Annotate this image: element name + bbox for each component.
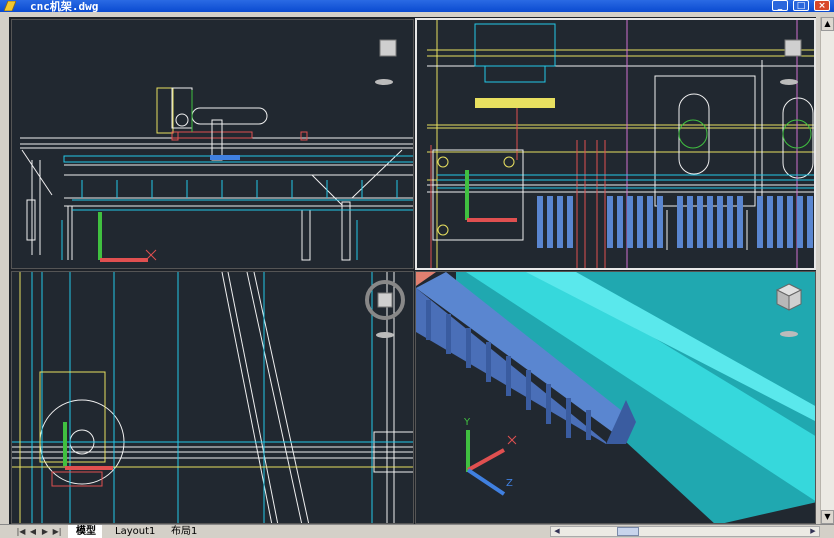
top-view-cube-icon[interactable]: [379, 39, 397, 57]
window-title: cnc机架.dwg: [30, 0, 99, 13]
horizontal-scrollbar[interactable]: ◀ ▶: [550, 526, 820, 537]
tab-model[interactable]: 模型: [68, 525, 102, 538]
viewport-iso[interactable]: Y Z: [415, 271, 816, 524]
ucs-icon: Y Z: [463, 417, 517, 496]
viewport-top[interactable]: [415, 18, 816, 270]
gear-rack-top: [537, 196, 813, 248]
iso-view-cube-icon[interactable]: [775, 283, 803, 311]
tab-layout1[interactable]: Layout1: [107, 525, 161, 538]
top-view-drawing: [427, 20, 814, 268]
layout-tab-bar: |◀ ◀ ▶ ▶| 模型 Layout1 布局1 ◀ ▶: [0, 524, 834, 538]
maximize-button[interactable]: □: [793, 0, 809, 11]
next-tab-button[interactable]: ▶: [40, 526, 50, 537]
scroll-right-button[interactable]: ▶: [807, 527, 819, 536]
front-view-drawing: [20, 39, 413, 262]
last-tab-button[interactable]: ▶|: [52, 526, 62, 537]
scroll-down-button[interactable]: ▼: [821, 510, 834, 524]
ucs-icon: [465, 170, 517, 222]
viewport-side[interactable]: [11, 271, 414, 524]
viewport-area: Y Z: [9, 17, 816, 524]
top-view-cube-icon[interactable]: [784, 39, 802, 57]
title-bar: cnc机架.dwg _ □ ×: [0, 0, 834, 13]
prev-tab-button[interactable]: ◀: [28, 526, 38, 537]
minimize-button[interactable]: _: [772, 0, 788, 11]
vertical-scrollbar[interactable]: ▲ ▼: [820, 17, 834, 524]
first-tab-button[interactable]: |◀: [16, 526, 26, 537]
iso-view-drawing: Y Z: [416, 272, 815, 523]
scroll-thumb[interactable]: [617, 527, 639, 536]
scroll-up-button[interactable]: ▲: [821, 17, 834, 31]
scroll-left-button[interactable]: ◀: [551, 527, 563, 536]
ucs-z-label: Z: [506, 478, 513, 489]
drawing-file-icon: [4, 1, 16, 11]
side-view-drawing: [12, 272, 413, 523]
close-button[interactable]: ×: [814, 0, 830, 11]
tab-layout-buju1[interactable]: 布局1: [163, 525, 203, 538]
ucs-icon: [98, 212, 157, 262]
viewport-front[interactable]: [11, 19, 414, 269]
ucs-y-label: Y: [463, 417, 471, 428]
